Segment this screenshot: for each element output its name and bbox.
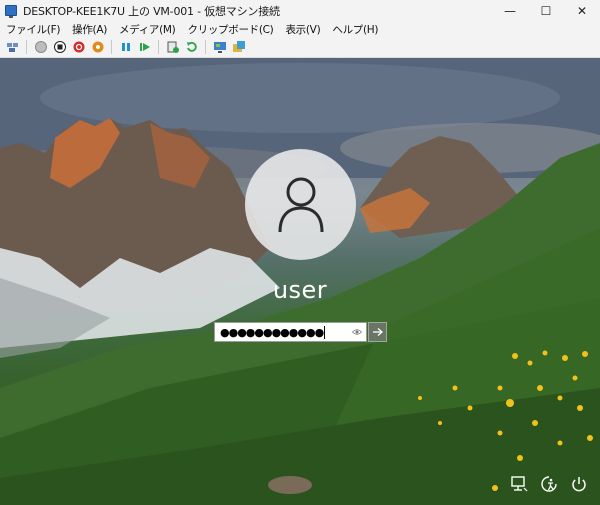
username-label: user — [272, 276, 328, 304]
share-icon[interactable] — [232, 40, 246, 54]
password-field[interactable]: ●●●●●●●●●●●● — [214, 322, 367, 342]
lock-screen-actions — [510, 475, 588, 493]
enhanced-session-icon[interactable] — [213, 40, 227, 54]
minimize-button[interactable]: — — [492, 0, 528, 21]
ctrl-alt-del-icon[interactable] — [6, 40, 20, 54]
resume-icon[interactable] — [138, 40, 152, 54]
menu-media[interactable]: メディア(M) — [113, 22, 181, 37]
menu-help[interactable]: ヘルプ(H) — [326, 22, 384, 37]
network-icon[interactable] — [510, 475, 528, 493]
maximize-button[interactable]: ☐ — [528, 0, 564, 21]
menu-action[interactable]: 操作(A) — [66, 22, 113, 37]
user-silhouette-icon — [278, 177, 323, 232]
toolbar-divider — [205, 40, 206, 54]
start-icon[interactable] — [34, 40, 48, 54]
toolbar-divider — [111, 40, 112, 54]
accessibility-icon[interactable] — [540, 475, 558, 493]
menu-view[interactable]: 表示(V) — [279, 22, 326, 37]
vm-connection-icon — [5, 5, 17, 18]
save-icon[interactable] — [91, 40, 105, 54]
arrow-right-icon — [372, 328, 383, 336]
eye-icon[interactable] — [352, 327, 362, 337]
title-bar: DESKTOP-KEE1K7U 上の VM-001 - 仮想マシン接続 — ☐ … — [0, 0, 600, 21]
password-mask: ●●●●●●●●●●●● — [220, 325, 324, 339]
vm-display[interactable]: user ●●●●●●●●●●●● — [0, 58, 600, 505]
shutdown-icon[interactable] — [72, 40, 86, 54]
text-caret — [324, 325, 326, 339]
pause-icon[interactable] — [119, 40, 133, 54]
menu-file[interactable]: ファイル(F) — [0, 22, 66, 37]
menu-bar: ファイル(F) 操作(A) メディア(M) クリップボード(C) 表示(V) ヘ… — [0, 21, 600, 37]
turn-off-icon[interactable] — [53, 40, 67, 54]
window-title: DESKTOP-KEE1K7U 上の VM-001 - 仮想マシン接続 — [23, 4, 280, 18]
toolbar — [0, 37, 600, 58]
user-avatar — [245, 149, 356, 260]
toolbar-divider — [158, 40, 159, 54]
toolbar-divider — [26, 40, 27, 54]
checkpoint-icon[interactable] — [166, 40, 180, 54]
window-controls: — ☐ ✕ — [492, 0, 600, 21]
submit-button[interactable] — [368, 322, 387, 342]
power-icon[interactable] — [570, 475, 588, 493]
close-button[interactable]: ✕ — [564, 0, 600, 21]
revert-icon[interactable] — [185, 40, 199, 54]
menu-clipboard[interactable]: クリップボード(C) — [181, 22, 279, 37]
